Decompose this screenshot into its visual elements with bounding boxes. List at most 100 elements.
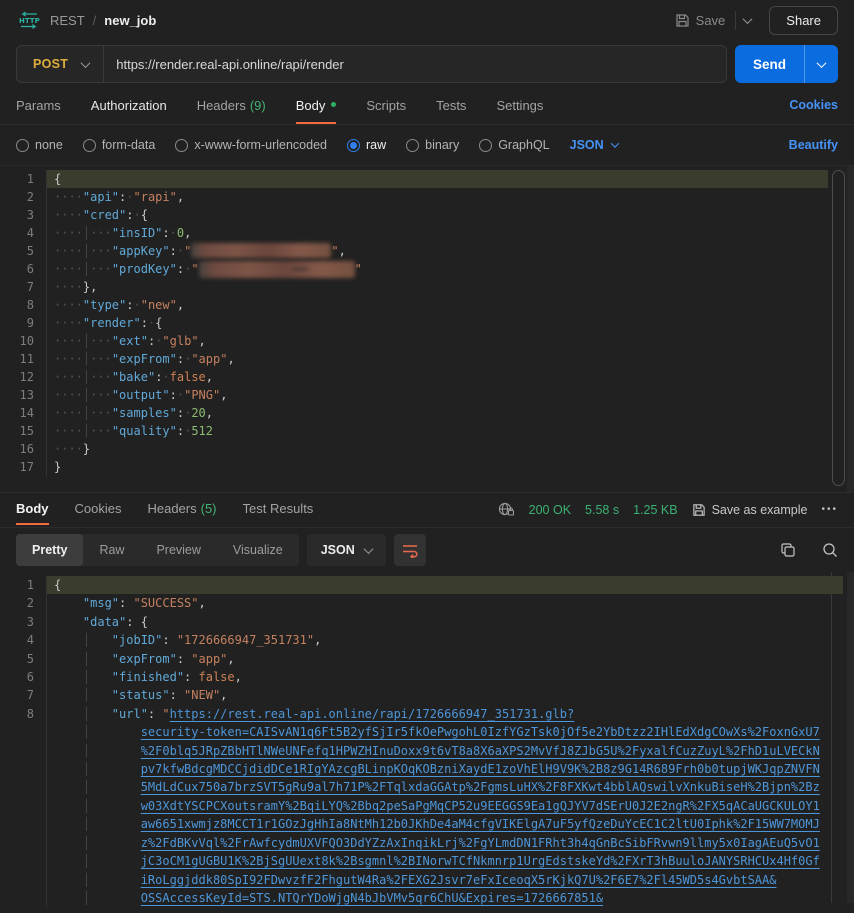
code-line: 4 │ "jobID": "1726666947_351731",	[0, 631, 854, 649]
more-actions-button[interactable]: •••	[821, 504, 838, 515]
body-type-radio-raw[interactable]: raw	[347, 138, 386, 152]
top-bar: HTTP REST / new_job Save Share	[0, 0, 854, 40]
send-options-button[interactable]	[804, 45, 838, 83]
response-url-link[interactable]: iRoLggjddk80SpI92FDwvzfF2FhgutW4Ra%2FEXG…	[141, 873, 777, 887]
breadcrumb-collection[interactable]: REST	[50, 13, 85, 28]
tab-count-badge: (9)	[250, 98, 266, 113]
search-icon	[822, 542, 838, 558]
tab-params[interactable]: Params	[16, 94, 61, 124]
beautify-link[interactable]: Beautify	[789, 138, 838, 152]
send-button[interactable]: Send	[735, 45, 804, 83]
http-request-icon: HTTP	[16, 11, 42, 29]
line-number: 9	[0, 314, 46, 332]
save-button[interactable]: Save	[665, 7, 736, 34]
response-tab-body[interactable]: Body	[16, 501, 49, 525]
code-line: 6····│···"prodKey":·""	[0, 260, 854, 278]
save-as-example-label: Save as example	[712, 503, 808, 517]
redacted-value	[191, 243, 331, 258]
code-line: 13····│···"output":·"PNG",	[0, 386, 854, 404]
line-number: 13	[0, 386, 46, 404]
response-url-link[interactable]: security-token=CAISvAN1q6Ft5B2yfSjIr5fkO…	[141, 725, 820, 739]
tab-body[interactable]: Body	[296, 94, 337, 124]
body-type-radio-graphql[interactable]: GraphQL	[479, 138, 549, 152]
response-size[interactable]: 1.25 KB	[633, 503, 677, 517]
radio-icon	[16, 139, 29, 152]
response-time[interactable]: 5.58 s	[585, 503, 619, 517]
body-type-radio-x-www-form-urlencoded[interactable]: x-www-form-urlencoded	[175, 138, 327, 152]
cookies-link[interactable]: Cookies	[789, 98, 838, 112]
response-language-selector[interactable]: JSON	[307, 534, 386, 566]
save-as-example-button[interactable]: Save as example	[692, 503, 808, 517]
url-box: POST https://render.real-api.online/rapi…	[16, 45, 727, 83]
view-visualize[interactable]: Visualize	[217, 534, 299, 566]
send-button-group: Send	[735, 45, 838, 83]
response-url-link[interactable]: pv7kfwBdcgMDCCjdidDCe1RIgYAzcgBLinpKOqKO…	[141, 762, 820, 776]
response-url-link[interactable]: jC3oCM1gUGBU1K%2BjSgUUext8k%2Bsgmnl%2BIN…	[141, 854, 820, 868]
radio-icon	[83, 139, 96, 152]
view-raw[interactable]: Raw	[83, 534, 140, 566]
response-url-link[interactable]: w03XdtYSCPCXoutsramY%2BqiLYQ%2Bbq2peSaPg…	[141, 799, 820, 813]
share-button[interactable]: Share	[769, 6, 838, 35]
code-line: │ 5MdLdCux750a7brzSVT5gRu9al7h71P%2FTqlx…	[0, 778, 854, 796]
view-pretty[interactable]: Pretty	[16, 534, 83, 566]
chevron-down-icon	[817, 58, 827, 68]
line-number: 5	[0, 242, 46, 260]
tab-tests[interactable]: Tests	[436, 94, 466, 124]
radio-icon	[479, 139, 492, 152]
url-input[interactable]: https://render.real-api.online/rapi/rend…	[104, 57, 344, 72]
response-url-link[interactable]: z%2FdBKvVql%2FrAwfcydmUXVFQO3DdYZzAxInqi…	[141, 836, 820, 850]
response-url-link[interactable]: 5MdLdCux750a7brzSVT5gRu9al7h71P%2FTqlxda…	[141, 780, 820, 794]
code-line: 5····│···"appKey":·"",	[0, 242, 854, 260]
response-url-link[interactable]: OSSAccessKeyId=STS.NTQrYDoWjgN4bJbVMv5qr…	[141, 891, 603, 905]
line-number	[0, 852, 46, 870]
status-badge[interactable]: 200 OK	[529, 503, 571, 517]
code-line: 12····│···"bake":·false,	[0, 368, 854, 386]
response-language-label: JSON	[321, 543, 355, 557]
editor-scrollbar-thumb[interactable]	[832, 170, 845, 486]
copy-button[interactable]	[780, 542, 796, 558]
copy-icon	[780, 542, 796, 558]
response-toolbar: PrettyRawPreviewVisualize JSON	[0, 528, 854, 572]
request-body-editor[interactable]: 1{2····"api":·"rapi",3····"cred":·{4····…	[0, 165, 854, 492]
wrap-text-button[interactable]	[394, 534, 426, 566]
body-type-radio-none[interactable]: none	[16, 138, 63, 152]
line-number	[0, 834, 46, 852]
tab-settings[interactable]: Settings	[496, 94, 543, 124]
response-tab-test-results[interactable]: Test Results	[243, 501, 314, 525]
page-scrollbar[interactable]	[847, 166, 854, 492]
response-url-link[interactable]: aw6651xwmjz8MCCT1r1GOzJgHhIa8NtMh12b0JKh…	[141, 817, 820, 831]
radio-icon	[406, 139, 419, 152]
view-preview[interactable]: Preview	[140, 534, 216, 566]
response-body-viewer[interactable]: 1{2 "msg": "SUCCESS",3 "data": {4 │ "job…	[0, 572, 854, 903]
tab-scripts[interactable]: Scripts	[366, 94, 406, 124]
line-number: 4	[0, 224, 46, 242]
line-number: 17	[0, 458, 46, 476]
page-scrollbar[interactable]	[847, 572, 854, 903]
line-number: 8	[0, 705, 46, 723]
response-tab-cookies[interactable]: Cookies	[75, 501, 122, 525]
line-number	[0, 871, 46, 889]
network-info-icon[interactable]	[498, 502, 515, 517]
response-url-link[interactable]: %2F0blq5JRpZBbHTlNWeUNFefq1HPWZHInuDoxx9…	[141, 744, 820, 758]
response-url-link[interactable]: https://rest.real-api.online/rapi/172666…	[170, 707, 575, 721]
tab-headers[interactable]: Headers(9)	[197, 94, 266, 124]
save-options-button[interactable]	[735, 11, 759, 30]
code-line: 14····│···"samples":·20,	[0, 404, 854, 422]
line-number	[0, 778, 46, 796]
code-line: 2····"api":·"rapi",	[0, 188, 854, 206]
breadcrumb-request-name[interactable]: new_job	[104, 13, 156, 28]
body-language-selector[interactable]: JSON	[570, 138, 618, 152]
response-tab-headers[interactable]: Headers(5)	[147, 501, 216, 525]
body-type-radio-binary[interactable]: binary	[406, 138, 459, 152]
body-type-radio-form-data[interactable]: form-data	[83, 138, 156, 152]
save-label: Save	[696, 13, 726, 28]
tab-authorization[interactable]: Authorization	[91, 94, 167, 124]
line-number: 5	[0, 650, 46, 668]
line-number: 4	[0, 631, 46, 649]
method-selector[interactable]: POST	[17, 46, 103, 82]
request-tabs: Params Authorization Headers(9) Body Scripts…	[0, 88, 854, 125]
line-number: 2	[0, 594, 46, 612]
code-line: 4····│···"insID":·0,	[0, 224, 854, 242]
search-button[interactable]	[822, 542, 838, 558]
code-line: │ iRoLggjddk80SpI92FDwvzfF2FhgutW4Ra%2FE…	[0, 871, 854, 889]
